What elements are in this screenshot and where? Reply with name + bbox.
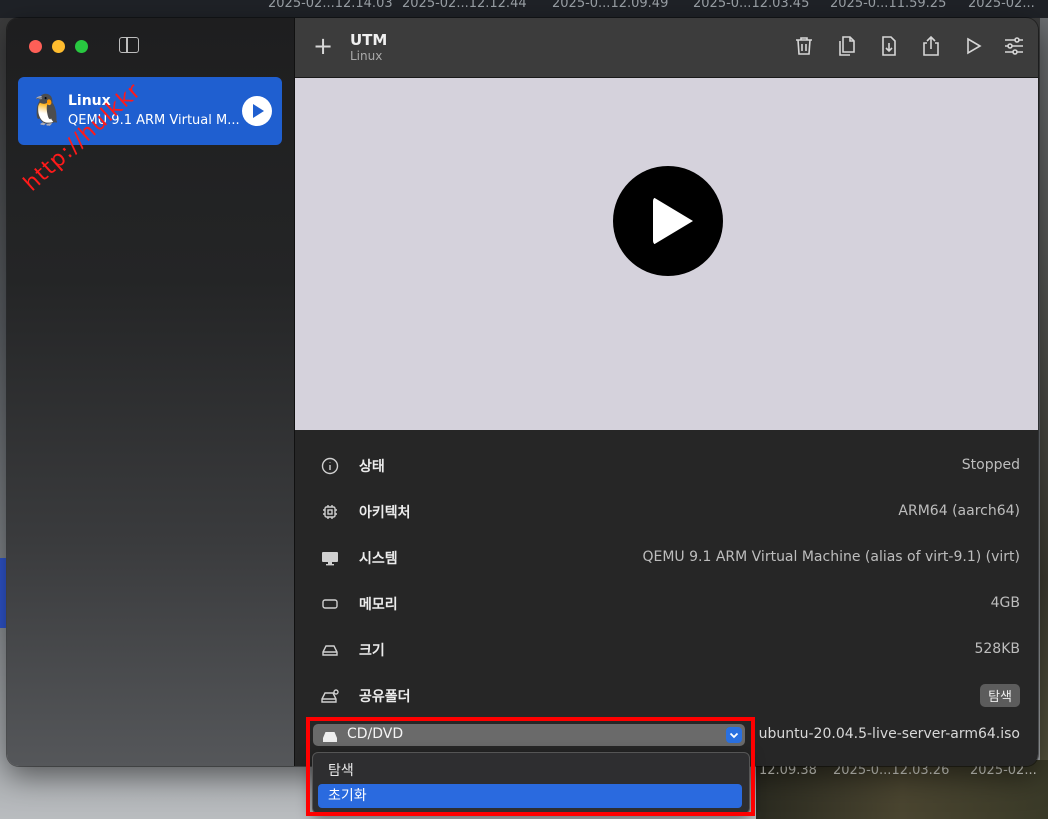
desktop-background	[1040, 18, 1048, 819]
zoom-window-button[interactable]	[75, 40, 88, 53]
desktop-file-label[interactable]: 2025-02...12.14.03	[268, 0, 393, 11]
drive-icon	[322, 728, 338, 742]
utm-window: 🐧 Linux QEMU 9.1 ARM Virtual M... http:/…	[7, 18, 1038, 766]
info-value: ARM64 (aarch64)	[898, 503, 1020, 519]
info-row-system: 시스템 QEMU 9.1 ARM Virtual Machine (alias …	[295, 538, 1038, 578]
info-row-architecture: 아키텍처 ARM64 (aarch64)	[295, 492, 1038, 532]
info-row-status: 상태 Stopped	[295, 446, 1038, 486]
main-panel: + UTM Linux 상태 Stopped 아키텍처 ARM64 (aarch…	[295, 18, 1038, 766]
cd-dvd-label: CD/DVD	[347, 726, 404, 742]
share-icon[interactable]	[919, 34, 943, 58]
info-row-memory: 메모리 4GB	[295, 584, 1038, 624]
info-label: 메모리	[359, 597, 398, 613]
window-title: UTM	[350, 31, 388, 49]
desktop-file-label[interactable]: 2025-0...11.59.25	[830, 0, 946, 11]
info-label: 상태	[359, 459, 385, 475]
toolbar: + UTM Linux	[295, 18, 1038, 78]
shared-folder-browse-button[interactable]: 탐색	[980, 684, 1020, 707]
info-label: 크기	[359, 643, 385, 659]
info-circle-icon	[320, 456, 340, 476]
download-icon[interactable]	[877, 34, 901, 58]
sidebar: 🐧 Linux QEMU 9.1 ARM Virtual M... http:/…	[7, 18, 295, 766]
start-vm-play-button[interactable]	[613, 166, 723, 276]
cd-image-path: ubuntu-20.04.5-live-server-arm64.iso	[758, 726, 1020, 742]
info-value: Stopped	[961, 457, 1020, 473]
desktop-file-strip: 2025-02...12.14.03 2025-02...12.12.44 20…	[0, 0, 1048, 18]
info-value: 4GB	[990, 595, 1020, 611]
vm-play-button[interactable]	[242, 96, 272, 126]
memory-icon	[320, 594, 340, 614]
info-label: 시스템	[359, 551, 398, 567]
desktop-background	[0, 558, 6, 628]
close-window-button[interactable]	[29, 40, 42, 53]
menu-item-reset[interactable]: 초기화	[318, 784, 742, 808]
desktop-file-label[interactable]: 2025-02...	[968, 0, 1035, 11]
monitor-icon	[320, 548, 340, 568]
cpu-icon	[320, 502, 340, 522]
cd-dvd-dropdown-menu: 탐색 초기화	[312, 752, 750, 814]
trash-icon[interactable]	[792, 34, 816, 58]
add-vm-button[interactable]: +	[313, 32, 333, 60]
tux-penguin-icon: 🐧	[28, 93, 66, 128]
desktop-file-label[interactable]: 2025-0...12.09.49	[552, 0, 668, 11]
minimize-window-button[interactable]	[52, 40, 65, 53]
clone-icon[interactable]	[835, 34, 859, 58]
disk-icon	[320, 640, 340, 660]
info-label: 아키텍처	[359, 505, 411, 521]
cd-dvd-row: CD/DVD ubuntu-20.04.5-live-server-arm64.…	[295, 718, 1038, 754]
run-icon[interactable]	[961, 34, 985, 58]
shared-folder-icon	[320, 686, 340, 706]
window-subtitle: Linux	[350, 49, 383, 63]
settings-icon[interactable]	[1002, 34, 1026, 58]
info-value: QEMU 9.1 ARM Virtual Machine (alias of v…	[642, 549, 1020, 565]
cd-dvd-select[interactable]: CD/DVD	[313, 724, 745, 746]
chevron-down-icon[interactable]	[726, 727, 742, 743]
sidebar-toggle-icon[interactable]	[119, 37, 139, 53]
info-label: 공유폴더	[359, 689, 411, 705]
desktop-file-label[interactable]: 2025-0...12.03.45	[693, 0, 809, 11]
info-value: 528KB	[974, 641, 1020, 657]
vm-preview-area[interactable]	[295, 78, 1038, 430]
info-row-size: 크기 528KB	[295, 630, 1038, 670]
menu-item-browse[interactable]: 탐색	[318, 759, 742, 783]
desktop-file-label[interactable]: 2025-02...12.12.44	[402, 0, 527, 11]
info-row-shared-folder: 공유폴더 탐색	[295, 676, 1038, 716]
